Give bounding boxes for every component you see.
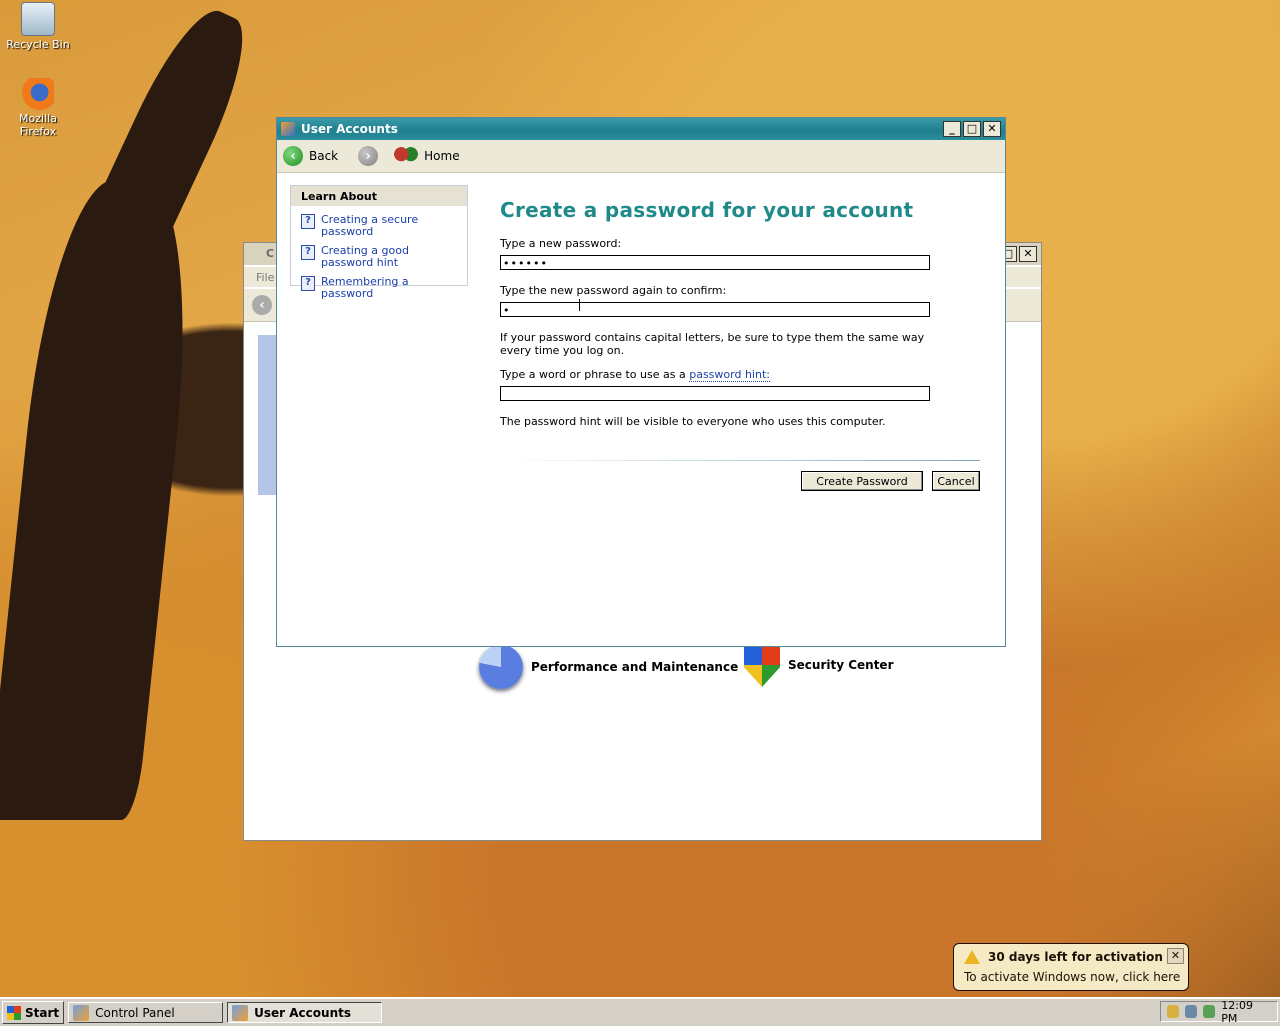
window-controls: _ □ ✕: [943, 121, 1001, 137]
hint-visibility-note: The password hint will be visible to eve…: [500, 415, 886, 428]
home-button[interactable]: Home: [424, 149, 459, 163]
password-hint-label-text: Type a word or phrase to use as a: [500, 368, 686, 381]
minimize-button[interactable]: _: [943, 121, 961, 137]
recycle-bin-icon: [21, 2, 55, 36]
category-label: Performance and Maintenance: [531, 660, 739, 674]
confirm-password-label: Type the new password again to confirm:: [500, 284, 727, 297]
system-tray: 12:09 PM: [1160, 999, 1278, 1025]
password-hint-field[interactable]: [500, 386, 930, 401]
desktop-icon-firefox[interactable]: Mozilla Firefox: [0, 78, 76, 138]
balloon-title: 30 days left for activation: [988, 950, 1163, 964]
desktop-icon-label: Recycle Bin: [6, 38, 70, 51]
maximize-button[interactable]: □: [963, 121, 981, 137]
category-performance-maintenance[interactable]: Performance and Maintenance: [479, 645, 738, 689]
help-icon: ?: [301, 214, 315, 229]
close-button[interactable]: ✕: [983, 121, 1001, 137]
back-arrow-icon[interactable]: ‹: [283, 146, 303, 166]
learn-about-panel: Learn About ? Creating a secure password…: [290, 185, 468, 300]
activation-keys-icon[interactable]: [1167, 1005, 1180, 1018]
balloon-close-button[interactable]: ✕: [1167, 948, 1184, 964]
taskbar: Start Control Panel User Accounts 12:09 …: [0, 997, 1280, 1026]
page-title: Create a password for your account: [500, 198, 914, 222]
clock[interactable]: 12:09 PM: [1221, 999, 1269, 1025]
help-icon: ?: [301, 245, 315, 260]
user-accounts-icon: [281, 122, 295, 136]
capital-letters-note: If your password contains capital letter…: [500, 331, 925, 357]
balloon-body[interactable]: To activate Windows now, click here: [964, 970, 1180, 984]
navigation-toolbar: ‹ Back › Home: [277, 140, 1005, 173]
performance-maintenance-icon: [479, 645, 523, 689]
taskbar-item-label: User Accounts: [254, 1005, 351, 1020]
back-arrow-icon[interactable]: ‹: [252, 295, 272, 315]
learn-link-secure-password[interactable]: ? Creating a secure password: [291, 212, 467, 240]
desktop-icon-label: Mozilla Firefox: [19, 112, 57, 138]
firefox-icon: [22, 78, 54, 110]
learn-link-password-hint[interactable]: ? Creating a good password hint: [291, 240, 467, 271]
close-button[interactable]: ✕: [1019, 246, 1037, 262]
new-password-label: Type a new password:: [500, 237, 622, 250]
category-label: Security Center: [788, 658, 894, 672]
form-divider: [500, 460, 980, 461]
activation-balloon[interactable]: 30 days left for activation To activate …: [953, 943, 1189, 991]
start-button[interactable]: Start: [2, 1001, 65, 1024]
user-accounts-titlebar[interactable]: User Accounts _ □ ✕: [277, 118, 1005, 140]
taskbar-item-label: Control Panel: [95, 1005, 175, 1020]
create-password-button[interactable]: Create Password: [801, 471, 923, 491]
user-accounts-window[interactable]: User Accounts _ □ ✕ ‹ Back › Home Learn …: [276, 117, 1006, 647]
forward-arrow-icon[interactable]: ›: [358, 146, 379, 166]
user-accounts-icon: [232, 1004, 249, 1021]
back-button[interactable]: Back: [309, 149, 338, 163]
cancel-button[interactable]: Cancel: [932, 471, 980, 491]
desktop-icon-recycle-bin[interactable]: Recycle Bin: [0, 2, 76, 51]
control-panel-icon: [73, 1004, 90, 1021]
network-icon[interactable]: [1203, 1005, 1216, 1018]
learn-link-label: Remembering a password: [321, 275, 409, 300]
confirm-password-field[interactable]: •: [500, 302, 930, 317]
taskbar-item-control-panel[interactable]: Control Panel: [68, 1002, 224, 1023]
control-panel-title: C: [266, 247, 275, 260]
window-title: User Accounts: [301, 122, 398, 136]
learn-about-header: Learn About: [291, 186, 467, 206]
warning-icon: [964, 950, 980, 964]
menu-file[interactable]: File: [256, 271, 274, 284]
password-hint-link[interactable]: password hint:: [689, 368, 770, 382]
help-icon: ?: [301, 276, 315, 291]
start-label: Start: [25, 1005, 60, 1020]
windows-logo-icon: [7, 1005, 21, 1020]
learn-link-label: Creating a good password hint: [321, 244, 409, 269]
category-security-center[interactable]: Security Center: [744, 643, 894, 687]
create-password-form: Create a password for your account Type …: [500, 198, 980, 491]
new-password-field[interactable]: ••••••: [500, 255, 930, 270]
taskbar-item-user-accounts[interactable]: User Accounts: [227, 1002, 383, 1023]
home-users-icon[interactable]: [394, 147, 419, 165]
learn-link-remembering-password[interactable]: ? Remembering a password: [291, 271, 467, 302]
security-center-shield-icon: [744, 643, 780, 687]
text-cursor-icon: [579, 299, 580, 311]
password-hint-label: Type a word or phrase to use as a passwo…: [500, 368, 770, 382]
security-shield-icon[interactable]: [1185, 1005, 1198, 1018]
learn-link-label: Creating a secure password: [321, 213, 419, 238]
